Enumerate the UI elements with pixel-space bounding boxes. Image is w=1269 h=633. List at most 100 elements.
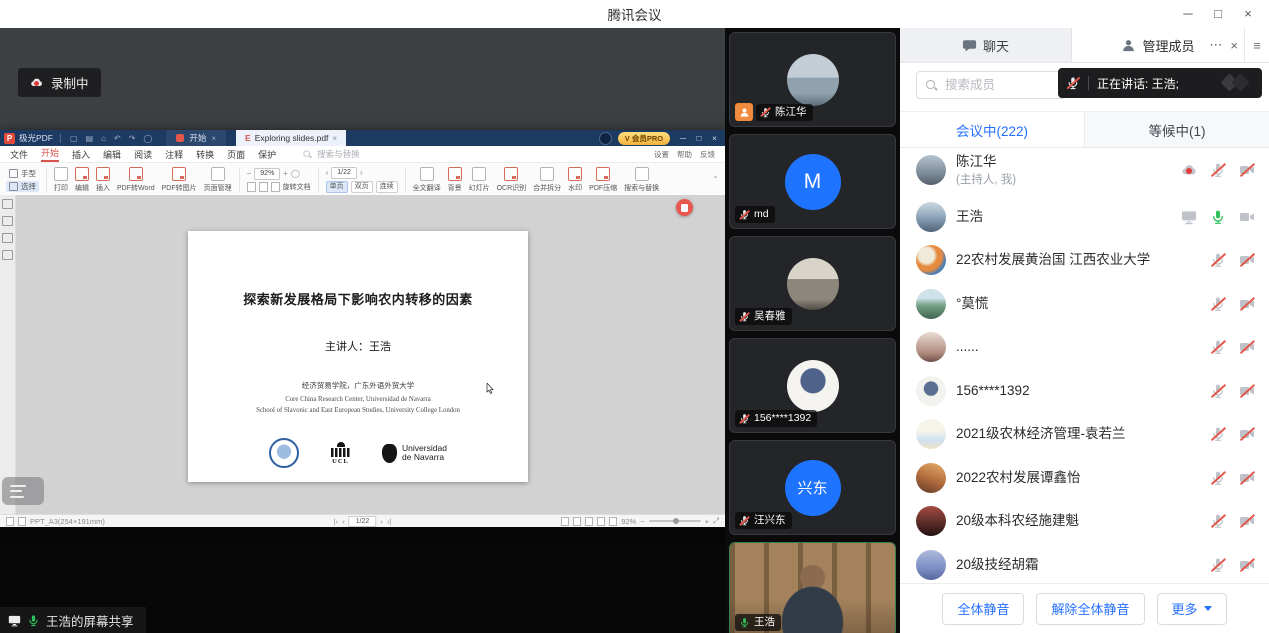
prev-page-button[interactable]: ‹ — [342, 517, 345, 526]
bookmarks-panel-icon[interactable] — [2, 216, 13, 226]
panel-menu-button[interactable]: ≡ — [1244, 28, 1269, 62]
last-page-button[interactable]: ›| — [387, 517, 391, 526]
camera-off-icon[interactable] — [1239, 470, 1255, 486]
mic-muted-icon[interactable] — [1210, 383, 1226, 399]
save-icon[interactable]: ▤ — [84, 134, 96, 143]
mic-muted-icon[interactable] — [1210, 557, 1226, 573]
mic-muted-icon[interactable] — [1210, 162, 1226, 178]
menu-insert[interactable]: 插入 — [72, 148, 90, 161]
page-thumb-icon[interactable] — [271, 182, 280, 192]
statusbar-zoom-value[interactable]: 92% — [621, 517, 636, 526]
member-row[interactable]: 2022农村发展谭鑫怡 — [900, 456, 1269, 500]
close-button[interactable]: × — [1233, 0, 1263, 28]
print-tool-button[interactable]: 打印 — [54, 167, 68, 193]
compress-button[interactable]: PDF压缩 — [589, 167, 617, 193]
zoom-in-button[interactable]: + — [705, 517, 709, 526]
minimize-button[interactable]: ─ — [1173, 0, 1203, 28]
page-icon[interactable] — [18, 517, 26, 526]
zoom-slider[interactable] — [649, 520, 701, 522]
menu-convert[interactable]: 转换 — [196, 148, 214, 161]
background-button[interactable]: 背景 — [448, 167, 462, 193]
pdf-search-field[interactable]: 搜索与替换 — [301, 148, 360, 160]
video-tile[interactable]: 陈江华 — [729, 32, 896, 127]
continuous-view-button[interactable]: 连续 — [376, 181, 398, 193]
fit-page-button[interactable]: ◯ — [291, 169, 300, 178]
member-row[interactable]: 20级技经胡霜 — [900, 543, 1269, 584]
zoom-in-button[interactable]: + — [283, 169, 288, 178]
collapse-ribbon-button[interactable]: ⌃ — [712, 175, 719, 184]
pdf-settings-link[interactable]: 设置 — [654, 149, 669, 160]
next-page-button[interactable]: › — [360, 168, 363, 177]
mic-muted-icon[interactable] — [1210, 426, 1226, 442]
camera-off-icon[interactable] — [1239, 557, 1255, 573]
watermark-button[interactable]: 水印 — [568, 167, 582, 193]
maximize-button[interactable]: □ — [1203, 0, 1233, 28]
page-manage-button[interactable]: 页面管理 — [204, 167, 232, 193]
search-input[interactable] — [943, 77, 1057, 93]
attachments-panel-icon[interactable] — [2, 250, 13, 260]
camera-off-icon[interactable] — [1239, 513, 1255, 529]
pdf-minimize-button[interactable]: ─ — [676, 133, 690, 143]
view-mode-icon[interactable] — [597, 517, 605, 526]
camera-off-icon[interactable] — [1239, 252, 1255, 268]
panel-more-button[interactable]: ⋯ — [1209, 37, 1222, 53]
page-icon[interactable] — [6, 517, 14, 526]
first-page-button[interactable]: |‹ — [334, 517, 338, 526]
zoom-value[interactable]: 92% — [254, 168, 280, 180]
redo-icon[interactable]: ↷ — [127, 134, 138, 143]
member-row[interactable]: 陈江华 (主持人, 我) — [900, 145, 1269, 195]
zoom-out-button[interactable]: − — [247, 169, 252, 178]
menu-read[interactable]: 阅读 — [134, 148, 152, 161]
mic-muted-icon[interactable] — [1210, 470, 1226, 486]
pdf-help-link[interactable]: 帮助 — [677, 149, 692, 160]
recording-indicator[interactable]: 录制中 — [18, 68, 101, 97]
annotations-panel-icon[interactable] — [2, 233, 13, 243]
view-mode-icon[interactable] — [561, 517, 569, 526]
thumbnails-panel-icon[interactable] — [2, 199, 13, 209]
tab-in-meeting[interactable]: 会议中(222) — [900, 112, 1084, 147]
mic-on-icon[interactable] — [1210, 209, 1226, 225]
view-mode-icon[interactable] — [573, 517, 581, 526]
merge-split-button[interactable]: 合并拆分 — [533, 167, 561, 193]
pdf-start-tab[interactable]: 开始 × — [166, 130, 226, 146]
member-row[interactable]: 王浩 — [900, 195, 1269, 239]
edit-tool-button[interactable]: 编辑 — [75, 167, 89, 193]
menu-protect[interactable]: 保护 — [258, 148, 276, 161]
pdf-close-button[interactable]: × — [708, 133, 721, 143]
search-replace-button[interactable]: 搜索与替换 — [624, 167, 659, 193]
page-thumb-icon[interactable] — [259, 182, 268, 192]
camera-off-icon[interactable] — [1239, 426, 1255, 442]
menu-page[interactable]: 页面 — [227, 148, 245, 161]
view-mode-icon[interactable] — [585, 517, 593, 526]
doc-tab-close-icon[interactable]: × — [332, 134, 337, 143]
translate-button[interactable]: 全文翻译 — [413, 167, 441, 193]
pdf-document-tab[interactable]: E Exploring slides.pdf × — [236, 130, 346, 146]
mute-all-button[interactable]: 全体静音 — [942, 593, 1024, 625]
insert-tool-button[interactable]: 插入 — [96, 167, 110, 193]
promo-float-button[interactable] — [676, 199, 693, 216]
mic-muted-icon[interactable] — [1210, 513, 1226, 529]
mic-muted-icon[interactable] — [1210, 296, 1226, 312]
hand-tool-button[interactable]: 手型 — [6, 168, 39, 179]
statusbar-page-indicator[interactable]: 1/22 — [349, 516, 377, 527]
fullscreen-button[interactable]: ⤢ — [713, 516, 719, 526]
camera-off-icon[interactable] — [1239, 296, 1255, 312]
menu-comment[interactable]: 注释 — [165, 148, 183, 161]
menu-edit[interactable]: 编辑 — [103, 148, 121, 161]
pdf-maximize-button[interactable]: □ — [693, 133, 706, 143]
member-row[interactable]: 156****1392 — [900, 369, 1269, 413]
video-tile[interactable]: 156****1392 — [729, 338, 896, 433]
pdf-feedback-link[interactable]: 反馈 — [700, 149, 715, 160]
video-tile[interactable]: 兴东 汪兴东 — [729, 440, 896, 535]
tab-waiting[interactable]: 等候中(1) — [1084, 112, 1269, 147]
tab-manage-members[interactable]: 管理成员 ⋯ × — [1072, 28, 1244, 62]
menu-file[interactable]: 文件 — [10, 148, 28, 161]
video-tile-speaking[interactable]: 王浩 — [729, 542, 896, 633]
member-row[interactable]: 22农村发展黄治国 江西农业大学 — [900, 239, 1269, 283]
page-thumb-icon[interactable] — [247, 182, 256, 192]
member-row[interactable]: ...... — [900, 326, 1269, 370]
pdf-user-avatar[interactable] — [599, 132, 612, 145]
rotate-doc-button[interactable]: 旋转文档 — [283, 182, 311, 192]
mic-muted-icon[interactable] — [1210, 339, 1226, 355]
double-page-view-button[interactable]: 双页 — [351, 181, 373, 193]
